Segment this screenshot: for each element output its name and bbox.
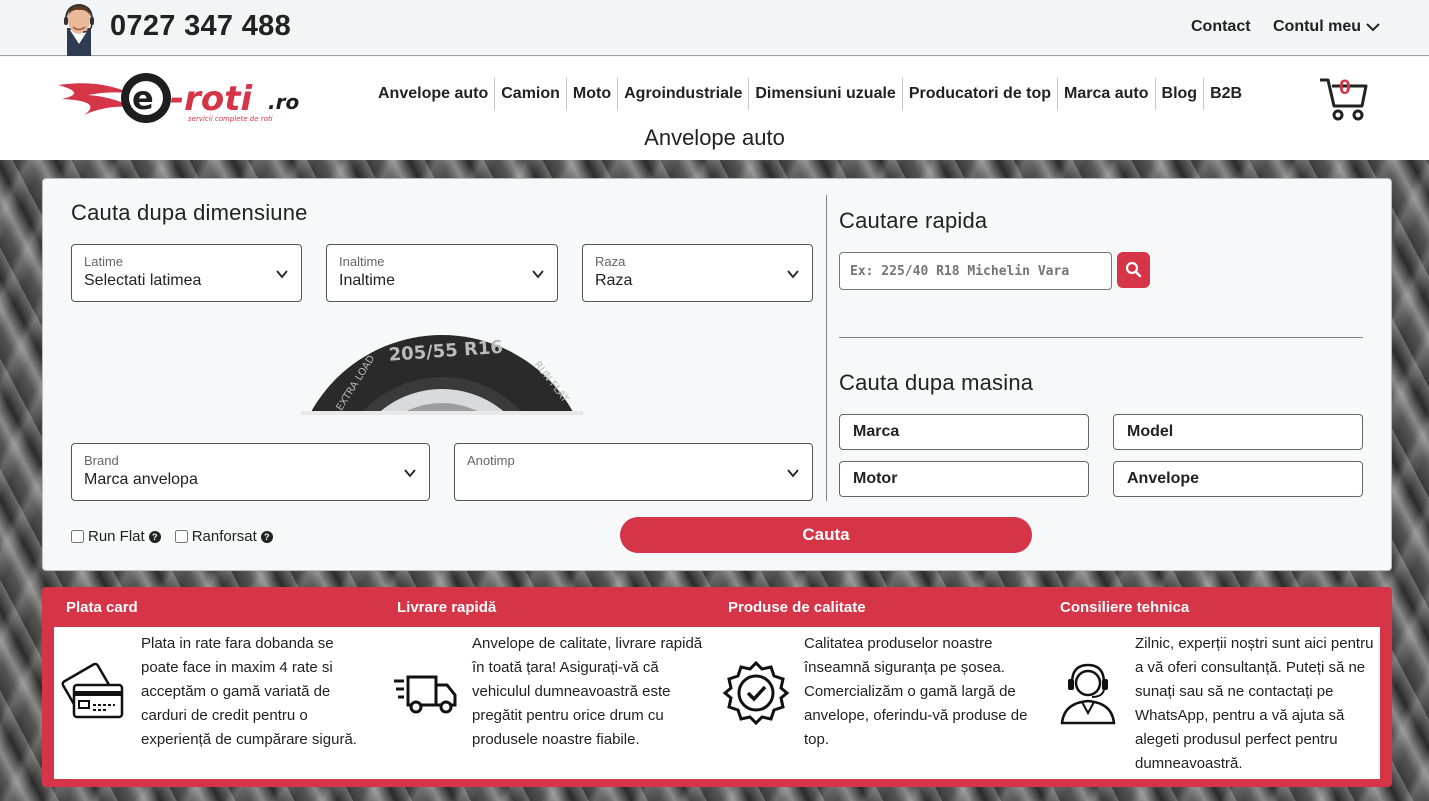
feature-title-card: Plata card: [66, 599, 138, 616]
ranforsat-option[interactable]: Ranforsat ?: [174, 528, 273, 545]
brand-label: Brand: [84, 453, 119, 468]
chevron-down-icon: [276, 270, 288, 279]
raza-select[interactable]: Raza Raza: [582, 244, 813, 302]
model-field[interactable]: Model: [1113, 414, 1363, 450]
feature-text-support: Zilnic, experții noștri sunt aici pentru…: [1135, 635, 1374, 772]
chevron-down-icon: [532, 270, 544, 279]
chevron-down-icon: [787, 270, 799, 279]
cart-button[interactable]: 0: [1318, 74, 1370, 122]
nav-moto[interactable]: Moto: [567, 78, 619, 110]
inaltime-value: Inaltime: [339, 272, 396, 289]
quick-search-input[interactable]: [839, 252, 1112, 290]
feature-title-quality: Produse de calitate: [728, 599, 866, 616]
chevron-down-icon: [404, 469, 416, 478]
features-band: Plata card Livrare rapidă Produse de cal…: [42, 587, 1392, 787]
latime-value: Selectati latimea: [84, 272, 202, 289]
nav-dimensiuni-uzuale[interactable]: Dimensiuni uzuale: [749, 78, 903, 110]
panel-divider: [826, 195, 827, 501]
nav-blog[interactable]: Blog: [1156, 78, 1205, 110]
nav-agroindustriale[interactable]: Agroindustriale: [618, 78, 750, 110]
contact-link[interactable]: Contact: [1191, 18, 1251, 36]
runflat-checkbox[interactable]: [71, 530, 84, 543]
feature-title-support: Consiliere tehnica: [1060, 599, 1190, 616]
filter-checkboxes: Run Flat ? Ranforsat ?: [71, 528, 273, 545]
dimension-search-title: Cauta dupa dimensiune: [71, 200, 308, 225]
phone-number[interactable]: 0727 347 488: [110, 10, 291, 43]
chevron-down-icon: [1366, 23, 1380, 32]
logo-tagline: servicii complete de roti: [188, 115, 273, 123]
raza-label: Raza: [595, 254, 626, 269]
latime-label: Latime: [84, 254, 124, 269]
brand-value: Marca anvelopa: [84, 471, 198, 488]
inaltime-select[interactable]: Inaltime Inaltime: [326, 244, 558, 302]
main-nav: Anvelope auto Camion Moto Agroindustrial…: [372, 78, 1248, 110]
quick-search-title: Cautare rapida: [839, 208, 988, 233]
anotimp-label: Anotimp: [467, 453, 515, 468]
nav-producatori-de-top[interactable]: Producatori de top: [903, 78, 1059, 110]
feature-text-quality: Calitatea produselor noastre înseamnă si…: [804, 635, 1028, 748]
help-icon[interactable]: ?: [260, 530, 273, 543]
search-panel: Cauta dupa dimensiune Latime Selectati l…: [42, 178, 1392, 571]
nav-camion[interactable]: Camion: [495, 78, 567, 110]
feature-title-delivery: Livrare rapidă: [397, 599, 497, 616]
account-menu[interactable]: Contul meu: [1273, 18, 1381, 36]
feature-text-card: Plata in rate fara dobanda se poate face…: [141, 635, 357, 748]
ranforsat-label: Ranforsat: [191, 528, 257, 545]
svg-text:.ro: .ro: [268, 90, 299, 114]
nav-marca-auto[interactable]: Marca auto: [1058, 78, 1156, 110]
tyre-illustration: 205/55 R16 EXTRA LOAD RUN FLAT: [301, 335, 583, 415]
top-bar: 0727 347 488 Contact Contul meu: [0, 0, 1429, 56]
credit-card-icon: [61, 662, 124, 719]
runflat-option[interactable]: Run Flat ?: [71, 528, 161, 545]
help-icon[interactable]: ?: [148, 530, 161, 543]
delivery-truck-icon: [394, 675, 457, 714]
support-agent-icon: [1060, 663, 1116, 725]
search-button[interactable]: Cauta: [620, 517, 1032, 553]
account-label: Contul meu: [1273, 18, 1361, 35]
car-search-title: Cauta dupa masina: [839, 370, 1034, 395]
right-divider: [839, 337, 1363, 338]
support-avatar-icon: [64, 3, 94, 56]
anvelope-field[interactable]: Anvelope: [1113, 461, 1363, 497]
logo[interactable]: e -roti .ro servicii complete de roti: [58, 71, 303, 129]
features-content: Plata in rate fara dobanda se poate face…: [54, 627, 1380, 779]
latime-select[interactable]: Latime Selectati latimea: [71, 244, 302, 302]
brand-select[interactable]: Brand Marca anvelopa: [71, 443, 430, 501]
svg-text:-roti: -roti: [170, 79, 253, 119]
nav-b2b[interactable]: B2B: [1204, 78, 1248, 110]
motor-field[interactable]: Motor: [839, 461, 1089, 497]
cart-count: 0: [1339, 76, 1351, 99]
page-title: Anvelope auto: [644, 125, 785, 150]
svg-text:e: e: [132, 79, 154, 117]
ranforsat-checkbox[interactable]: [174, 530, 188, 543]
marca-field[interactable]: Marca: [839, 414, 1089, 450]
quick-search-button[interactable]: [1117, 252, 1150, 288]
chevron-down-icon: [787, 469, 799, 478]
inaltime-label: Inaltime: [339, 254, 385, 269]
runflat-label: Run Flat: [88, 528, 145, 545]
nav-anvelope-auto[interactable]: Anvelope auto: [372, 78, 496, 110]
feature-text-delivery: Anvelope de calitate, livrare rapidă în …: [472, 635, 703, 748]
quality-badge-icon: [722, 660, 790, 726]
search-icon: [1125, 261, 1142, 278]
anotimp-select[interactable]: Anotimp: [454, 443, 813, 501]
main-header: e -roti .ro servicii complete de roti An…: [0, 57, 1429, 160]
raza-value: Raza: [595, 272, 633, 289]
